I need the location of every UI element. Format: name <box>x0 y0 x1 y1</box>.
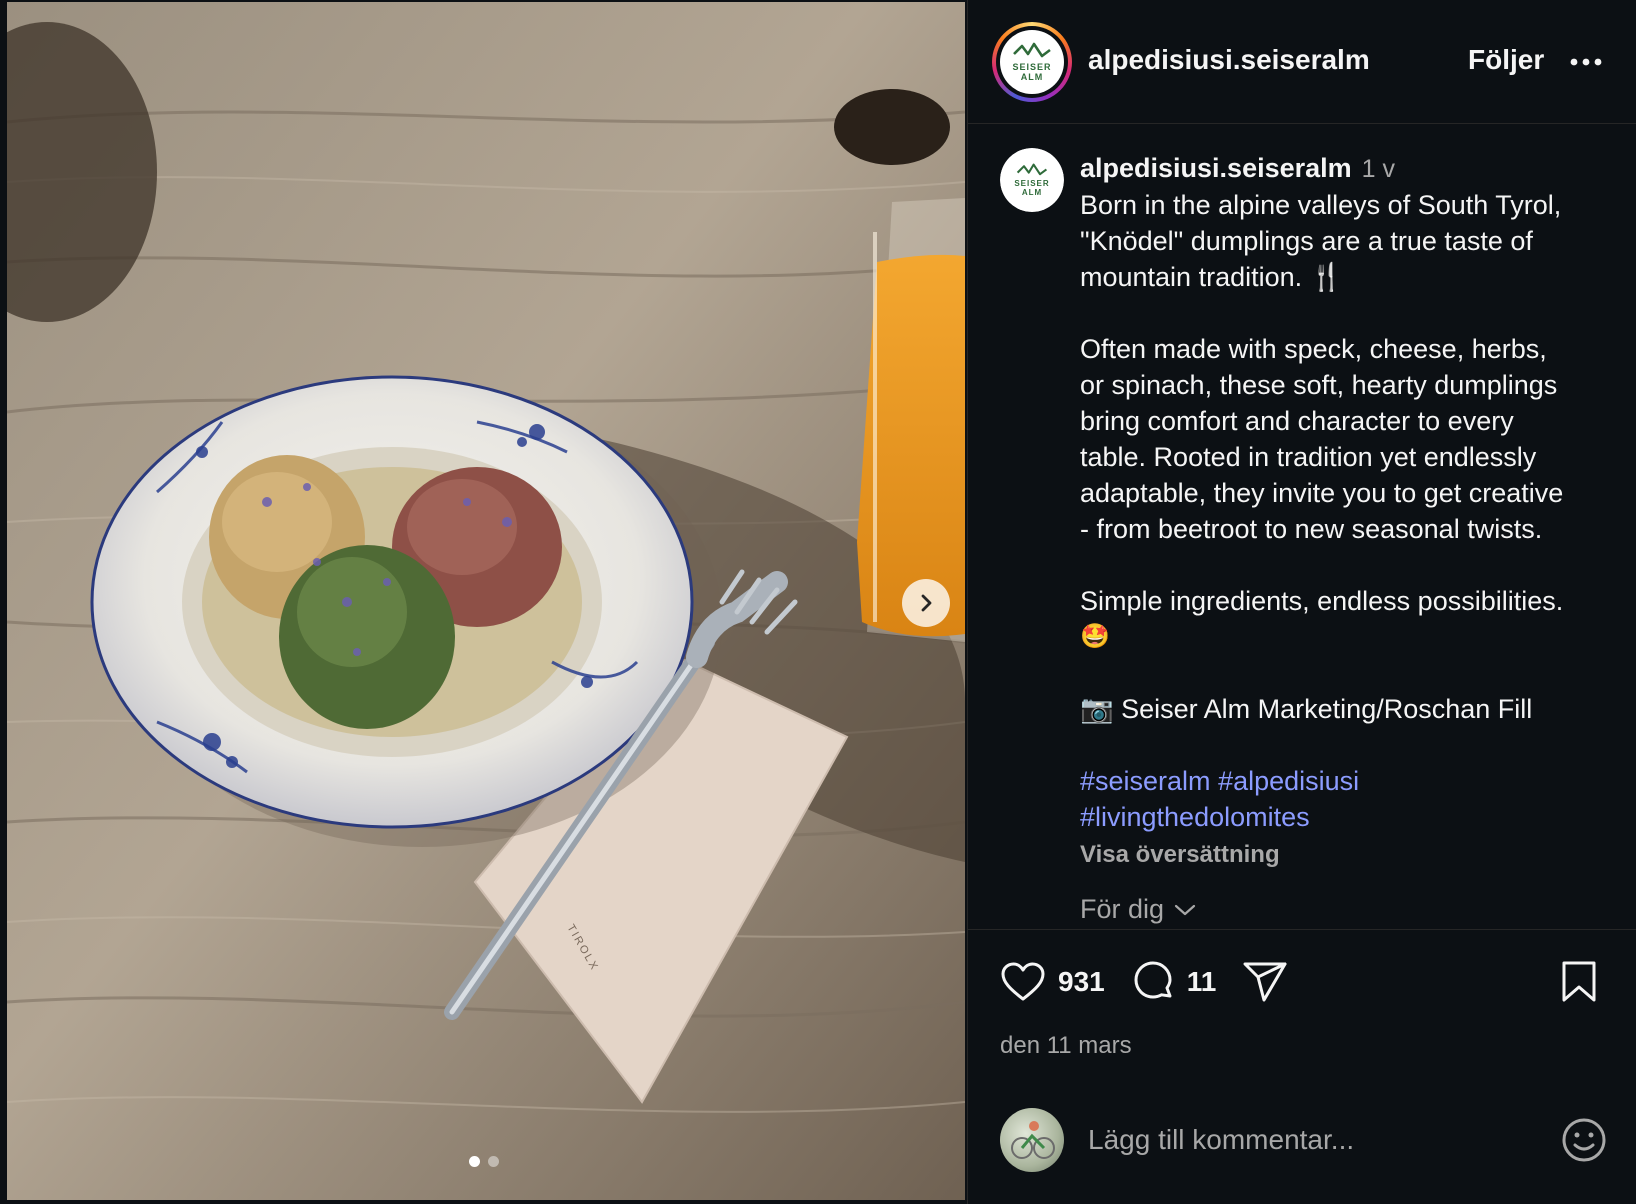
carousel-dot-1 <box>469 1156 480 1167</box>
logo-text-seiser: SEISER <box>1012 62 1052 72</box>
seiser-alm-logo-small: SEISER ALM <box>1000 148 1064 212</box>
mountain-logo-icon <box>1016 163 1048 176</box>
story-ring-avatar[interactable]: SEISER ALM <box>992 22 1072 102</box>
caption-section: SEISER ALM alpedisiusi.seiseralm 1 v Born… <box>968 124 1636 929</box>
caption-text: alpedisiusi.seiseralm 1 v Born in the alp… <box>1080 150 1620 873</box>
emoji-icon <box>1562 1118 1606 1162</box>
hashtag-livingthedolomites[interactable]: #livingthedolomites <box>1080 802 1310 832</box>
logo-text-alm: ALM <box>1021 188 1043 197</box>
post-photo[interactable]: TIROLX <box>7 2 965 1200</box>
comment-input[interactable] <box>1088 1116 1528 1164</box>
comment-button[interactable]: 11 <box>1131 960 1217 1004</box>
caption-line: bring comfort and character to every <box>1080 406 1514 436</box>
caption-line: Often made with speck, cheese, herbs, <box>1080 334 1547 364</box>
for-you-dropdown[interactable]: För dig <box>1080 894 1196 925</box>
photo-credit: 📷 Seiser Alm Marketing/Roschan Fill <box>1080 694 1533 724</box>
header-username[interactable]: alpedisiusi.seiseralm <box>1088 44 1370 76</box>
chevron-right-icon <box>921 594 932 612</box>
hashtag-alpedisiusi[interactable]: #alpedisiusi <box>1218 766 1359 796</box>
caption-username[interactable]: alpedisiusi.seiseralm <box>1080 153 1352 183</box>
comment-count[interactable]: 11 <box>1187 966 1217 998</box>
like-count[interactable]: 931 <box>1058 966 1105 998</box>
for-you-label: För dig <box>1080 894 1165 924</box>
juice-glass <box>857 198 965 642</box>
dumplings-photo: TIROLX <box>7 2 965 1200</box>
comment-icon <box>1134 961 1172 999</box>
following-button[interactable]: Följer <box>1468 44 1544 76</box>
instagram-post-viewer: TIROLX SEISER ALM alpedisiusi.seiseralm … <box>0 0 1636 1204</box>
caption-avatar[interactable]: SEISER ALM <box>1000 148 1064 212</box>
seiser-alm-logo: SEISER ALM <box>1000 30 1064 94</box>
post-date[interactable]: den 11 mars <box>1000 1032 1132 1060</box>
mountain-logo-icon <box>1013 42 1051 58</box>
chevron-down-icon <box>1174 904 1196 915</box>
post-sidebar: SEISER ALM alpedisiusi.seiseralm Följer <box>967 0 1636 1204</box>
logo-text-seiser: SEISER <box>1014 179 1050 188</box>
emoji-button[interactable] <box>1560 1116 1608 1169</box>
post-actions: 931 11 den 11 mars Lägg till kommentar..… <box>968 929 1636 1204</box>
hashtag-seiseralm[interactable]: #seiseralm <box>1080 766 1211 796</box>
cyclist-avatar-icon <box>1011 1121 1055 1159</box>
caption-line: "Knödel" dumplings are a true taste of <box>1080 226 1533 256</box>
bookmark-icon <box>1562 961 1596 1002</box>
current-user-avatar[interactable] <box>1000 1108 1064 1172</box>
like-button[interactable]: 931 <box>1000 961 1105 1003</box>
carousel-indicator <box>469 1156 499 1167</box>
carousel-next-button[interactable] <box>902 579 950 627</box>
carousel-dot-2 <box>488 1156 499 1167</box>
caption-line: or spinach, these soft, hearty dumplings <box>1080 370 1558 400</box>
add-comment-row <box>1000 1108 1610 1172</box>
share-icon <box>1243 962 1287 1002</box>
more-icon[interactable] <box>1566 44 1606 80</box>
caption-line: adaptable, they invite you to get creati… <box>1080 478 1564 508</box>
caption-line: table. Rooted in tradition yet endlessly <box>1080 442 1537 472</box>
logo-text-alm: ALM <box>1020 72 1044 82</box>
share-button[interactable] <box>1242 960 1288 1004</box>
show-translation-link[interactable]: Visa översättning <box>1080 837 1280 873</box>
caption-emoji: 🤩 <box>1080 623 1110 650</box>
caption-line: mountain tradition. 🍴 <box>1080 262 1344 292</box>
caption-line: Simple ingredients, endless possibilitie… <box>1080 586 1564 616</box>
post-header: SEISER ALM alpedisiusi.seiseralm Följer <box>968 0 1636 124</box>
caption-line: Born in the alpine valleys of South Tyro… <box>1080 190 1562 220</box>
post-time-ago[interactable]: 1 v <box>1362 155 1395 183</box>
save-button[interactable] <box>1560 960 1598 1009</box>
caption-line: - from beetroot to new seasonal twists. <box>1080 514 1543 544</box>
heart-icon <box>1001 962 1045 1001</box>
